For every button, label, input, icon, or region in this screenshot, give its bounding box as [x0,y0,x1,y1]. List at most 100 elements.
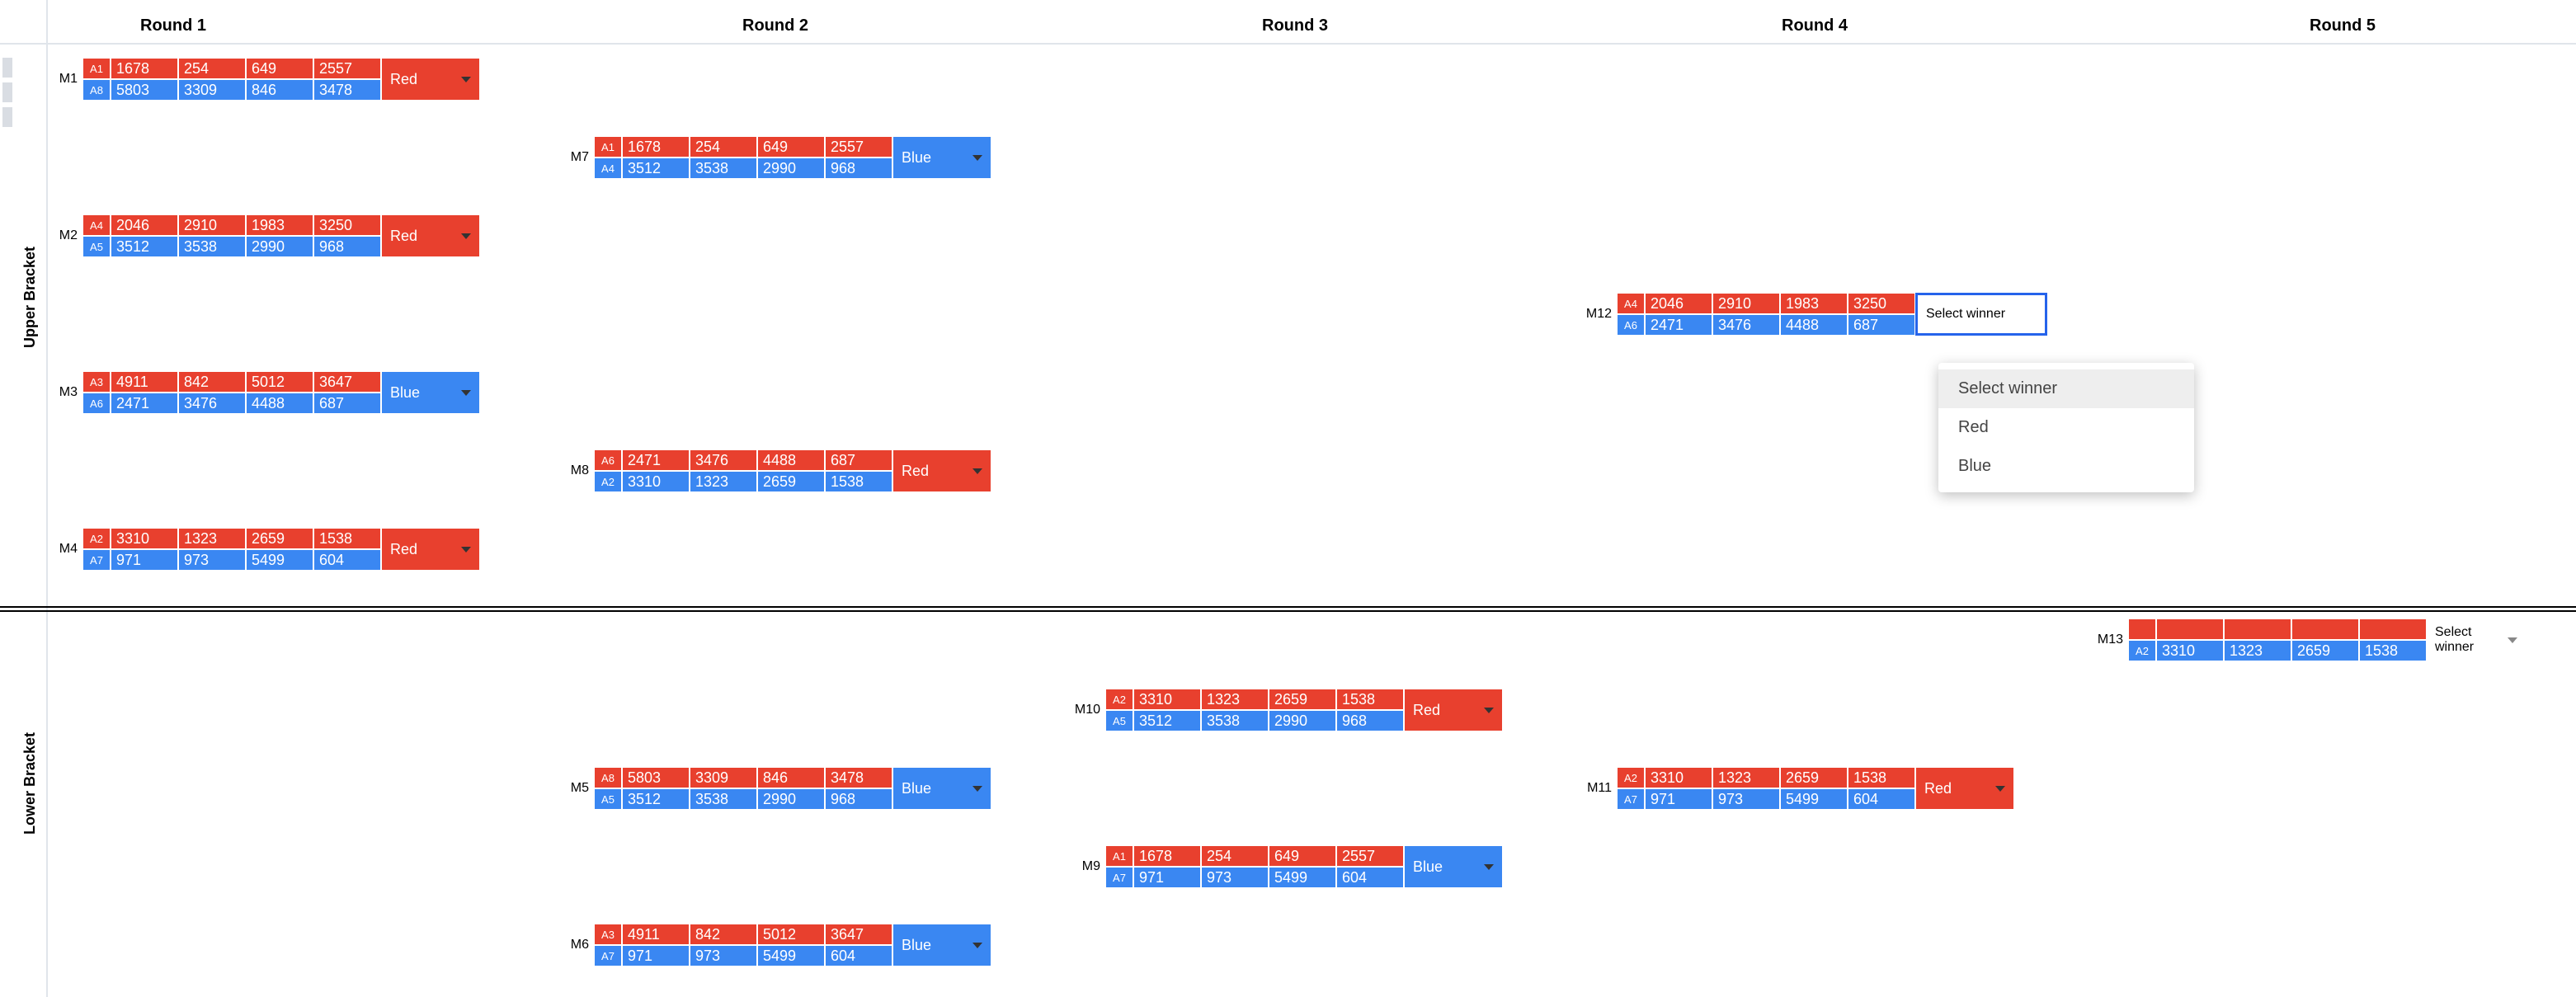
round-header-5: Round 5 [2310,16,2376,35]
team-cell: 4488 [1780,314,1848,336]
team-cell: 846 [757,767,825,788]
winner-label: Red [1413,702,1440,719]
team-cell: 2471 [622,449,690,471]
match-m11: M11 A2 3310 1323 2659 1538 A7 971 973 54… [1584,767,2014,810]
winner-select[interactable]: Blue [892,767,991,810]
winner-select[interactable]: Select winner [1915,293,2047,336]
team-cell: 2046 [1645,293,1712,314]
team-cell: 1538 [2359,640,2427,661]
winner-select[interactable]: Red [381,58,480,101]
match-m5: M5 A8 5803 3309 846 3478 A5 3512 3538 29… [561,767,991,810]
blue-alliance-row: A7 971 973 5499 604 [1617,788,1915,810]
team-cell: 649 [757,136,825,158]
match-m10: M10 A2 3310 1323 2659 1538 A5 3512 3538 … [1072,689,1503,731]
team-cell: 3478 [825,767,892,788]
blue-alliance-row: A7 971 973 5499 604 [82,549,381,571]
team-cell: 4488 [757,449,825,471]
team-cell: 973 [690,945,757,966]
red-alliance-row: A4 2046 2910 1983 3250 [1617,293,1915,314]
winner-select[interactable]: Blue [892,136,991,179]
team-cell: 973 [178,549,246,571]
dropdown-item-placeholder[interactable]: Select winner [1938,369,2194,408]
seed-cell: A4 [82,214,111,236]
winner-label: Red [390,71,417,88]
winner-select[interactable]: Blue [381,371,480,414]
seed-cell: A1 [594,136,622,158]
winner-select[interactable]: Red [381,214,480,257]
team-cell: 5803 [622,767,690,788]
team-cell: 1323 [178,528,246,549]
seed-cell: A5 [1105,710,1133,731]
seed-cell: A4 [1617,293,1645,314]
winner-select[interactable]: Red [381,528,480,571]
winner-label: Blue [902,780,931,797]
team-cell: 2990 [757,158,825,179]
winner-select[interactable]: Red [1915,767,2014,810]
seed-cell: A7 [1617,788,1645,810]
winner-select[interactable]: Red [1404,689,1503,731]
team-cell: 1323 [1712,767,1780,788]
team-cell: 973 [1201,867,1269,888]
seed-cell: A3 [82,371,111,393]
round-header-4: Round 4 [1782,16,1848,35]
row-marker [2,107,12,127]
team-cell: 2659 [1780,767,1848,788]
team-cell: 1323 [2224,640,2291,661]
red-alliance-row: A4 2046 2910 1983 3250 [82,214,381,236]
team-cell: 2471 [1645,314,1712,336]
red-alliance-row: A6 2471 3476 4488 687 [594,449,892,471]
team-cell: 604 [1336,867,1404,888]
chevron-down-icon [1484,864,1494,870]
team-cell: 254 [1201,845,1269,867]
lower-bracket-label: Lower Bracket [21,717,39,849]
seed-cell: A3 [594,924,622,945]
match-id: M3 [49,385,82,400]
red-alliance-row: A3 4911 842 5012 3647 [594,924,892,945]
seed-cell: A2 [594,471,622,492]
winner-select[interactable]: Blue [892,924,991,966]
winner-select[interactable]: Blue [1404,845,1503,888]
team-cell: 5012 [757,924,825,945]
winner-label: Blue [902,149,931,167]
team-cell: 3538 [690,158,757,179]
team-cell [2156,618,2224,640]
seed-cell: A7 [82,549,111,571]
dropdown-item-blue[interactable]: Blue [1938,447,2194,486]
match-m2: M2 A4 2046 2910 1983 3250 A5 3512 3538 2… [49,214,480,257]
team-cell: 604 [1848,788,1915,810]
chevron-down-icon [972,155,982,161]
chevron-down-icon [2508,637,2517,643]
chevron-down-icon [972,943,982,948]
team-cell: 5499 [1269,867,1336,888]
team-cell: 5499 [1780,788,1848,810]
match-m8: M8 A6 2471 3476 4488 687 A2 3310 1323 26… [561,449,991,492]
team-cell: 3647 [313,371,381,393]
winner-select[interactable]: Select winner [2427,618,2526,661]
winner-select[interactable]: Red [892,449,991,492]
team-cell: 2659 [246,528,313,549]
match-id: M10 [1072,703,1105,717]
team-cell: 2659 [757,471,825,492]
team-cell: 604 [825,945,892,966]
blue-alliance-row: A6 2471 3476 4488 687 [1617,314,1915,336]
team-cell: 2910 [178,214,246,236]
seed-cell: A7 [1105,867,1133,888]
team-cell: 3250 [313,214,381,236]
winner-dropdown[interactable]: Select winner Red Blue [1938,363,2194,492]
winner-label: Blue [1413,858,1443,876]
match-id: M2 [49,228,82,243]
match-id: M13 [2095,633,2128,647]
team-cell: 3512 [111,236,178,257]
team-cell: 968 [313,236,381,257]
blue-alliance-row: A8 5803 3309 846 3478 [82,79,381,101]
chevron-down-icon [1995,786,2005,792]
dropdown-item-red[interactable]: Red [1938,408,2194,447]
blue-alliance-row: A5 3512 3538 2990 968 [82,236,381,257]
seed-cell: A2 [82,528,111,549]
match-m1: M1 A1 1678 254 649 2557 A8 5803 3309 846… [49,58,480,101]
match-id: M7 [561,150,594,165]
team-cell: 971 [1133,867,1201,888]
grid-horizontal-header [0,43,2576,45]
team-cell: 3478 [313,79,381,101]
team-cell [2359,618,2427,640]
